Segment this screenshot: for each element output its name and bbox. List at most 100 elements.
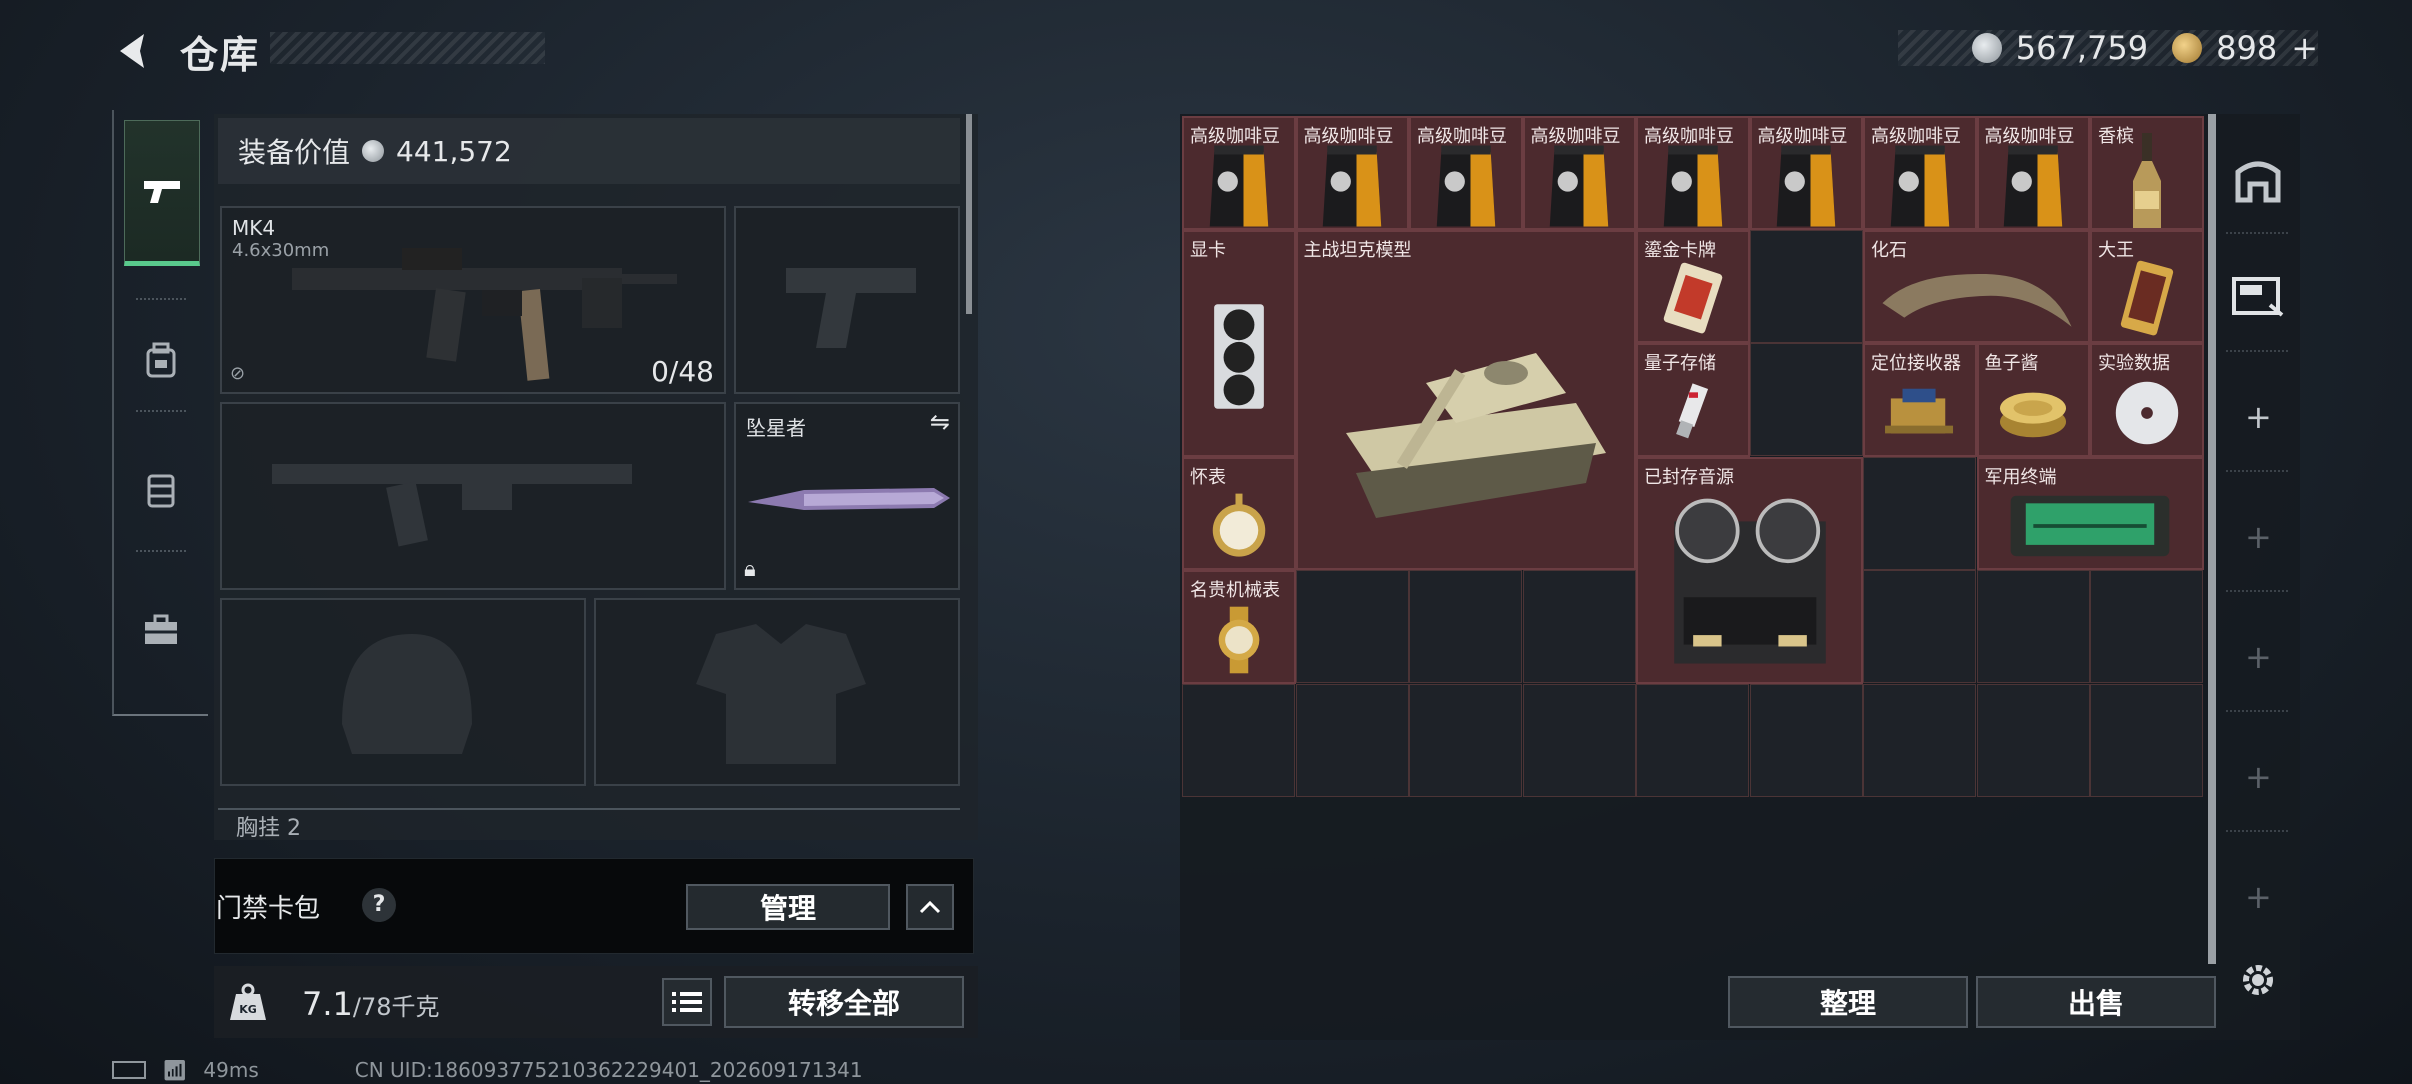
storage-item[interactable]: 化石 bbox=[1863, 229, 2090, 343]
storage-item[interactable]: 高级咖啡豆 bbox=[1522, 116, 1636, 230]
help-icon[interactable]: ? bbox=[362, 888, 396, 922]
fossil-claw-icon bbox=[1865, 258, 2088, 342]
card-pack-icon[interactable] bbox=[2228, 266, 2288, 326]
currency-bar: 567,759 898 + bbox=[1898, 29, 2318, 67]
uid: CN UID:186093775210362229401_20260917134… bbox=[354, 1058, 863, 1082]
wifi-icon: 📶︎ bbox=[162, 1058, 188, 1082]
king-card-icon bbox=[2092, 258, 2202, 342]
coffee-bag-icon bbox=[1411, 144, 1521, 228]
manage-button[interactable]: 管理 bbox=[686, 884, 890, 930]
armor-placeholder-icon bbox=[696, 624, 866, 764]
storage-cell[interactable] bbox=[1863, 683, 1976, 797]
svg-text:KG: KG bbox=[239, 1003, 257, 1016]
list-icon bbox=[672, 992, 702, 1012]
storage-item[interactable]: 高级咖啡豆 bbox=[1409, 116, 1523, 230]
swap-icon[interactable]: ⇋ bbox=[930, 408, 950, 436]
locked-plus-icon: + bbox=[2245, 758, 2272, 796]
storage-item[interactable]: 高级咖啡豆 bbox=[1863, 116, 1977, 230]
loadout-tabs bbox=[112, 110, 208, 716]
transfer-all-button[interactable]: 转移全部 bbox=[724, 976, 964, 1028]
reel-recorder-icon bbox=[1638, 485, 1861, 682]
storage-grid: 高级咖啡豆 高级咖啡豆 高级咖啡豆 高级咖啡豆 高级咖啡豆 高级咖啡豆 高级咖啡豆 高级咖啡豆… bbox=[1182, 116, 2204, 798]
storage-cell[interactable] bbox=[1749, 229, 1863, 343]
locked-plus-icon: + bbox=[2245, 878, 2272, 916]
storage-item[interactable]: 显卡 bbox=[1182, 229, 1296, 457]
sort-button[interactable]: 整理 bbox=[1728, 976, 1968, 1028]
storage-cell[interactable] bbox=[1522, 683, 1636, 797]
storage-item[interactable]: 鎏金卡牌 bbox=[1636, 229, 1750, 343]
storage-cell[interactable] bbox=[1409, 570, 1522, 683]
melee-slot[interactable]: 坠星者 ⇋ 🔒︎ bbox=[734, 402, 960, 590]
rifle-placeholder-icon bbox=[272, 464, 632, 547]
tab-backpack[interactable] bbox=[124, 310, 198, 410]
tab-weapons[interactable] bbox=[124, 120, 200, 266]
storage-item[interactable]: 定位接收器 bbox=[1863, 343, 1977, 457]
storage-item[interactable]: 大王 bbox=[2090, 229, 2204, 343]
storage-cell[interactable] bbox=[2090, 570, 2203, 683]
wristwatch-icon bbox=[1184, 598, 1294, 682]
storage-cell[interactable] bbox=[1976, 683, 2090, 797]
storage-item[interactable]: 军用终端 bbox=[1976, 456, 2204, 570]
armor-slot[interactable] bbox=[594, 598, 960, 786]
storage-item[interactable]: 主战坦克模型 bbox=[1295, 229, 1636, 570]
storage-cell[interactable] bbox=[1749, 683, 1863, 797]
weapon-name: MK4 bbox=[232, 216, 276, 240]
storage-item[interactable]: 高级咖啡豆 bbox=[1295, 116, 1409, 230]
add-storage-plus-icon[interactable]: + bbox=[2245, 401, 2272, 433]
storage-cell[interactable] bbox=[1749, 343, 1863, 456]
ping: 49ms bbox=[203, 1058, 259, 1082]
chevron-up-icon bbox=[919, 900, 941, 914]
storage-cell[interactable] bbox=[2090, 683, 2203, 797]
storage-cell[interactable] bbox=[1863, 456, 1976, 570]
storage-cell[interactable] bbox=[1295, 683, 1409, 797]
storage-item[interactable]: 高级咖啡豆 bbox=[1636, 116, 1750, 230]
pistol-placeholder-icon bbox=[786, 268, 916, 348]
tab-toolbox[interactable] bbox=[124, 580, 198, 680]
mk4-rifle-icon bbox=[292, 248, 677, 381]
no-attachment-icon: ⊘ bbox=[230, 363, 246, 384]
settings-gear-icon[interactable] bbox=[2228, 950, 2288, 1010]
helmet-placeholder-icon bbox=[342, 634, 472, 754]
storage-item[interactable]: 实验数据 bbox=[2090, 343, 2204, 457]
storage-item[interactable]: 怀表 bbox=[1182, 456, 1296, 570]
storage-item[interactable]: 量子存储 bbox=[1636, 343, 1750, 457]
collapse-button[interactable] bbox=[906, 884, 954, 930]
secondary-weapon-slot[interactable] bbox=[220, 402, 726, 590]
coffee-bag-icon bbox=[1638, 144, 1748, 228]
storage-scrollbar[interactable] bbox=[2208, 114, 2216, 964]
storage-cell[interactable] bbox=[1182, 683, 1295, 797]
safe-box-icon[interactable] bbox=[2228, 150, 2288, 210]
graphics-card-icon bbox=[1184, 258, 1294, 455]
tab-vest[interactable] bbox=[124, 440, 198, 540]
locked-plus-icon: + bbox=[2245, 518, 2272, 556]
receiver-icon bbox=[1865, 371, 1975, 455]
storage-cell[interactable] bbox=[1295, 570, 1409, 683]
weight-kg-icon: KG bbox=[226, 980, 270, 1024]
storage-cell[interactable] bbox=[1976, 570, 2090, 683]
storage-cell[interactable] bbox=[1522, 570, 1636, 683]
equipment-scrollbar[interactable] bbox=[966, 114, 972, 314]
list-view-button[interactable] bbox=[662, 978, 712, 1026]
coffee-bag-icon bbox=[1298, 144, 1408, 228]
coffee-bag-icon bbox=[1979, 144, 2089, 228]
helmet-slot[interactable] bbox=[220, 598, 586, 786]
storage-item[interactable]: 高级咖啡豆 bbox=[1749, 116, 1863, 230]
pistol-slot[interactable] bbox=[734, 206, 960, 394]
primary-weapon-slot[interactable]: MK4 4.6x30mm ⊘ 0/48 bbox=[220, 206, 726, 394]
storage-item[interactable]: 已封存音源 bbox=[1636, 456, 1863, 684]
storage-item[interactable]: 香槟 bbox=[2090, 116, 2204, 230]
storage-item[interactable]: 高级咖啡豆 bbox=[1976, 116, 2090, 230]
back-arrow-icon[interactable] bbox=[110, 28, 156, 74]
storage-cell[interactable] bbox=[1409, 683, 1522, 797]
storage-cell[interactable] bbox=[1863, 570, 1976, 683]
storage-cell[interactable] bbox=[1636, 683, 1749, 797]
equipment-value-label: 装备价值 bbox=[238, 136, 351, 169]
battery-icon bbox=[112, 1061, 146, 1079]
storage-item[interactable]: 鱼子酱 bbox=[1976, 343, 2090, 457]
weight-current: 7.1 bbox=[302, 985, 353, 1023]
sell-button[interactable]: 出售 bbox=[1976, 976, 2216, 1028]
add-currency-button[interactable]: + bbox=[2291, 29, 2318, 67]
storage-item[interactable]: 名贵机械表 bbox=[1182, 570, 1296, 684]
storage-item[interactable]: 高级咖啡豆 bbox=[1182, 116, 1296, 230]
caviar-tin-icon bbox=[1979, 371, 2089, 455]
